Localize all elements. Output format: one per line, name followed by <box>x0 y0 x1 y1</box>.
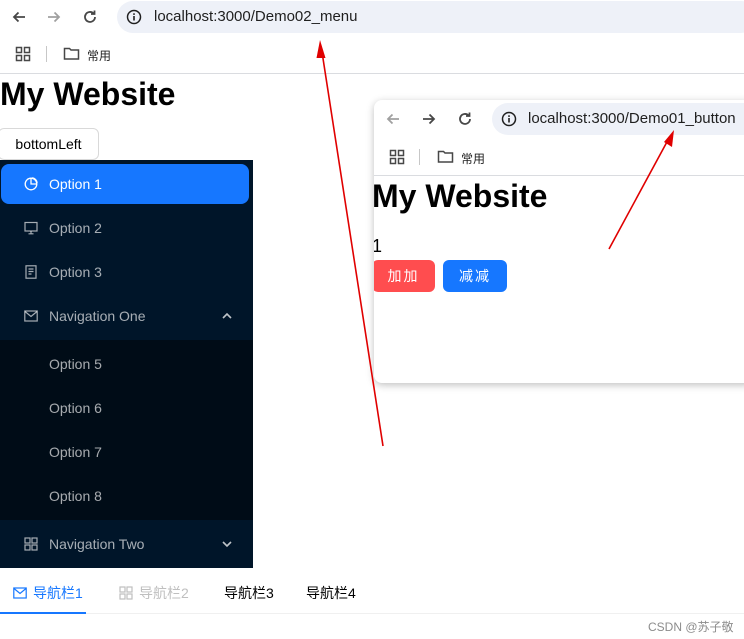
menu-item-option-5[interactable]: Option 5 <box>49 356 102 372</box>
url-path: :3000/Demo01_button <box>587 110 736 127</box>
pie-chart-icon <box>24 177 38 191</box>
url-path: :3000/Demo02_menu <box>213 8 358 25</box>
bookmark-folder-label[interactable]: 常用 <box>87 47 111 64</box>
tab-nav-1[interactable]: 导航栏1 <box>13 583 83 603</box>
add-button[interactable]: 加加 <box>374 260 435 292</box>
inset-bookmarks-bar: 常用 <box>374 138 744 176</box>
watermark: CSDN @苏子敬 <box>648 620 734 634</box>
menu-item-option-6[interactable]: Option 6 <box>49 400 102 416</box>
apps-grid-icon[interactable] <box>15 46 31 62</box>
inset-address-url: localhost:3000/Demo01_button <box>528 110 736 127</box>
menu-item-option-2[interactable]: Option 2 <box>0 208 253 248</box>
tab-label: 导航栏2 <box>139 585 189 601</box>
folder-icon[interactable] <box>437 148 454 165</box>
site-info-icon[interactable] <box>126 9 142 25</box>
reload-button[interactable] <box>78 5 102 29</box>
site-info-icon[interactable] <box>501 111 517 127</box>
forward-arrow-icon <box>48 11 61 23</box>
page-title: My Website <box>0 76 176 112</box>
desktop-icon <box>24 221 38 235</box>
menu-item-label: Option 3 <box>49 264 102 280</box>
inset-address-bar[interactable]: localhost:3000/Demo01_button <box>492 103 744 135</box>
submenu-navigation-one-items: Option 5 Option 6 Option 7 Option 8 <box>0 340 253 520</box>
menu-item-option-1[interactable]: Option 1 <box>1 164 249 204</box>
forward-arrow-icon <box>423 113 436 125</box>
url-host: localhost <box>528 110 588 127</box>
tab-label: 导航栏3 <box>224 585 274 601</box>
address-bar[interactable]: localhost:3000/Demo02_menu <box>117 1 744 33</box>
back-arrow-icon <box>386 113 399 125</box>
url-host: localhost <box>154 8 214 25</box>
bottom-left-dropdown-button[interactable]: bottomLeft <box>0 128 99 160</box>
inset-reload-button[interactable] <box>453 107 477 131</box>
appstore-icon <box>119 586 133 600</box>
inset-page-title: My Website <box>374 178 548 214</box>
menu-item-label: Navigation One <box>49 308 146 324</box>
apps-grid-icon[interactable] <box>389 149 405 165</box>
container-icon <box>24 265 38 279</box>
tab-label: 导航栏4 <box>306 585 356 601</box>
mail-icon <box>13 587 27 599</box>
subtract-button[interactable]: 减减 <box>443 260 507 292</box>
bookmark-divider <box>419 149 420 165</box>
tab-label: 导航栏1 <box>33 585 83 601</box>
active-tab-indicator <box>0 612 86 614</box>
menu-item-label: Navigation Two <box>49 536 145 552</box>
forward-button[interactable] <box>42 5 66 29</box>
bookmarks-bar: 常用 <box>0 35 744 74</box>
bookmark-folder-label[interactable]: 常用 <box>461 150 485 167</box>
menu-item-option-7[interactable]: Option 7 <box>49 444 102 460</box>
back-arrow-icon <box>12 11 25 23</box>
inset-back-button[interactable] <box>381 107 405 131</box>
tab-nav-4[interactable]: 导航栏4 <box>306 583 356 603</box>
menu-item-label: Option 2 <box>49 220 102 236</box>
address-url: localhost:3000/Demo02_menu <box>154 8 357 25</box>
submenu-navigation-two[interactable]: Navigation Two <box>0 524 253 564</box>
inset-forward-button[interactable] <box>417 107 441 131</box>
bookmark-divider <box>46 46 47 62</box>
menu-item-option-8[interactable]: Option 8 <box>49 488 102 504</box>
inset-browser-window: localhost:3000/Demo01_button 常用 My Websi… <box>374 100 744 383</box>
menu-item-label: Option 1 <box>49 176 102 192</box>
inset-toolbar: localhost:3000/Demo01_button <box>374 100 744 138</box>
mail-icon <box>24 309 38 323</box>
chevron-down-icon <box>221 538 233 550</box>
folder-icon[interactable] <box>63 45 80 62</box>
horizontal-menu: 导航栏1 导航栏2 导航栏3 导航栏4 <box>0 570 744 614</box>
reload-icon <box>459 112 471 125</box>
reload-icon <box>84 10 96 23</box>
counter-value: 1 <box>374 236 383 256</box>
side-menu: Option 1 Option 2 Option 3 Navigation On… <box>0 160 253 568</box>
tab-nav-2: 导航栏2 <box>119 583 189 603</box>
appstore-icon <box>24 537 38 551</box>
submenu-navigation-one[interactable]: Navigation One <box>0 296 253 336</box>
browser-toolbar: localhost:3000/Demo02_menu <box>0 0 744 35</box>
tab-nav-3[interactable]: 导航栏3 <box>224 583 274 603</box>
back-button[interactable] <box>7 5 31 29</box>
menu-item-option-3[interactable]: Option 3 <box>0 252 253 292</box>
chevron-up-icon <box>221 310 233 322</box>
